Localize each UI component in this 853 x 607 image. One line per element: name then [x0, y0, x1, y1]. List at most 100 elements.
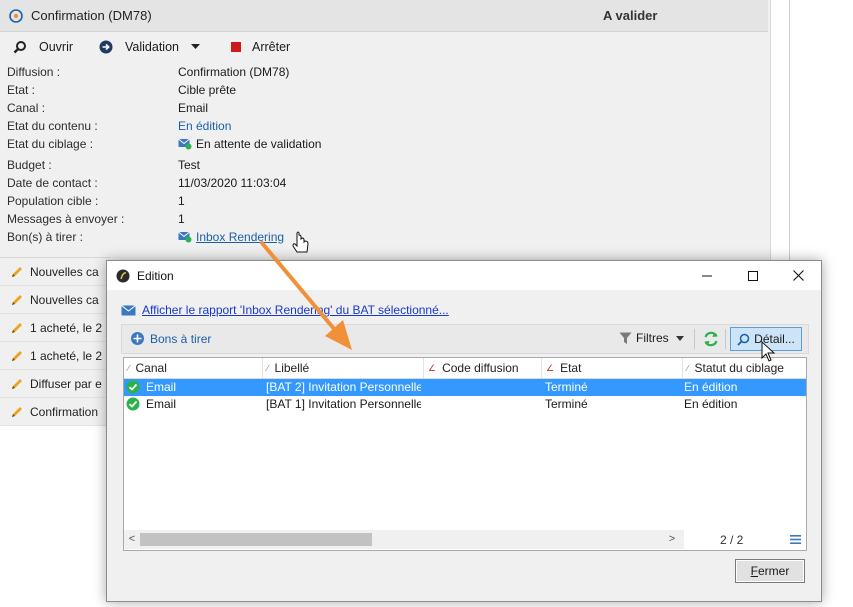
scrollbar-thumb[interactable]	[140, 533, 372, 546]
list-item-label: Diffuser par e	[30, 376, 102, 391]
field-value-diffusion: Confirmation (DM78)	[178, 65, 290, 79]
chevron-down-icon	[190, 44, 200, 49]
field-value-target-population: 1	[178, 194, 185, 208]
inbox-rendering-link[interactable]: Inbox Rendering	[196, 230, 284, 244]
column-header-canal[interactable]: ∕ Canal	[124, 358, 263, 378]
table-row[interactable]: Email [BAT 2] Invitation Personnelle Ter…	[124, 379, 806, 396]
close-button[interactable]	[775, 261, 821, 290]
panel-divider	[789, 0, 790, 261]
delivery-header: Confirmation (DM78) A valider	[0, 0, 768, 32]
field-label-etat: Etat :	[7, 83, 36, 97]
scroll-left-arrow[interactable]: <	[125, 531, 139, 548]
envelope-check-icon	[178, 138, 192, 150]
check-circle-icon	[126, 397, 140, 411]
column-label: Statut du ciblage	[694, 361, 784, 375]
pencil-icon	[12, 294, 22, 305]
toolbar-separator	[725, 329, 726, 349]
list-item[interactable]: Nouvelles ca	[0, 286, 110, 314]
scroll-right-arrow[interactable]: >	[665, 531, 679, 548]
report-link-text: Afficher le rapport 'Inbox Rendering' du…	[142, 303, 449, 317]
inbox-rendering-report-link[interactable]: Afficher le rapport 'Inbox Rendering' du…	[121, 303, 449, 317]
column-header-code-diffusion[interactable]: ∠ Code diffusion	[424, 358, 542, 378]
field-value-canal: Email	[178, 101, 209, 115]
pencil-icon	[12, 266, 22, 277]
validation-button[interactable]: Validation	[99, 38, 200, 56]
column-label: Canal	[135, 361, 167, 375]
close-label: ermer	[758, 564, 790, 578]
column-label: Libellé	[274, 361, 310, 375]
list-item[interactable]: Confirmation	[0, 398, 110, 426]
proofs-toolbar: Bons à tirer Filtres Détail...	[121, 324, 809, 354]
cell-canal: Email	[146, 380, 177, 394]
pencil-icon	[12, 378, 22, 389]
envelope-icon	[121, 304, 136, 315]
column-label: Etat	[560, 361, 582, 375]
magnifier-icon	[13, 41, 26, 54]
filters-label: Filtres	[636, 331, 669, 345]
delivery-status: A valider	[603, 8, 658, 23]
field-label-content-state: Etat du contenu :	[7, 119, 98, 133]
minimize-button[interactable]	[684, 261, 730, 290]
cell-statut: En édition	[684, 397, 738, 411]
column-header-etat[interactable]: ∠ Etat	[542, 358, 683, 378]
close-dialog-button[interactable]: Fermer	[735, 559, 805, 583]
open-button[interactable]: Ouvrir	[13, 38, 73, 56]
close-label-mnemonic: F	[750, 564, 758, 578]
list-item[interactable]: Diffuser par e	[0, 370, 110, 398]
funnel-icon	[619, 332, 632, 344]
field-value-messages-to-send: 1	[178, 212, 185, 226]
horizontal-scrollbar[interactable]: < >	[124, 530, 684, 549]
field-value-etat: Cible prête	[178, 83, 237, 97]
delivery-title: Confirmation (DM78)	[31, 8, 152, 23]
bons-a-tirer-button[interactable]: Bons à tirer	[130, 331, 211, 346]
maximize-icon	[748, 270, 758, 281]
cell-canal: Email	[146, 397, 177, 411]
toolbar-separator	[694, 329, 695, 349]
stop-label: Arrêter	[252, 40, 291, 54]
grid-header: ∕ Canal ∕ Libellé ∠ Code diffusion ∠ Etat ∕ S…	[124, 358, 806, 379]
list-item-label: Nouvelles ca	[30, 264, 99, 279]
dialog-titlebar: Edition	[107, 261, 821, 290]
chevron-down-icon	[675, 335, 684, 341]
edition-dialog: Edition Afficher le rapport 'Inbox Rende…	[106, 260, 822, 602]
envelope-check-icon	[178, 231, 192, 243]
refresh-icon[interactable]	[702, 330, 720, 348]
pencil-icon	[12, 350, 22, 361]
page-count: 2 / 2	[720, 533, 744, 547]
validation-label: Validation	[125, 40, 179, 54]
field-label-target-population: Population cible :	[7, 194, 99, 208]
column-header-statut-ciblage[interactable]: ∕ Statut du ciblage	[683, 358, 806, 378]
bons-a-tirer-label: Bons à tirer	[150, 331, 212, 346]
field-value-content-state[interactable]: En édition	[178, 119, 231, 133]
maximize-button[interactable]	[730, 261, 776, 290]
arrow-circle-icon	[99, 40, 113, 54]
dialog-title: Edition	[137, 269, 174, 283]
field-value-budget: Test	[178, 158, 201, 172]
list-item-label: Nouvelles ca	[30, 292, 99, 307]
column-header-libelle[interactable]: ∕ Libellé	[263, 358, 424, 378]
proofs-grid: ∕ Canal ∕ Libellé ∠ Code diffusion ∠ Etat ∕ S…	[123, 357, 807, 551]
list-item[interactable]: 1 acheté, le 2	[0, 314, 110, 342]
list-menu-icon[interactable]	[790, 534, 801, 545]
delivery-icon	[9, 9, 23, 23]
list-item-label: 1 acheté, le 2	[30, 348, 103, 363]
field-label-diffusion: Diffusion :	[7, 65, 61, 79]
magnifier-icon	[737, 333, 750, 346]
filters-button[interactable]: Filtres	[619, 331, 688, 345]
close-icon	[792, 270, 804, 281]
detail-button[interactable]: Détail...	[730, 327, 802, 351]
open-label: Ouvrir	[39, 40, 74, 54]
detail-label: Détail...	[754, 332, 795, 346]
cell-etat: Terminé	[545, 380, 588, 394]
stop-square-icon	[231, 42, 241, 52]
check-circle-icon	[126, 380, 140, 394]
cell-etat: Terminé	[545, 397, 588, 411]
pencil-icon	[12, 406, 22, 417]
field-label-canal: Canal :	[7, 101, 46, 115]
list-item[interactable]: 1 acheté, le 2	[0, 342, 110, 370]
field-label-messages-to-send: Messages à envoyer :	[7, 212, 125, 226]
list-item-label: 1 acheté, le 2	[30, 320, 103, 335]
table-row[interactable]: Email [BAT 1] Invitation Personnelle Ter…	[124, 396, 806, 413]
list-item[interactable]: Nouvelles ca	[0, 258, 110, 286]
stop-button[interactable]: Arrêter	[229, 38, 290, 56]
